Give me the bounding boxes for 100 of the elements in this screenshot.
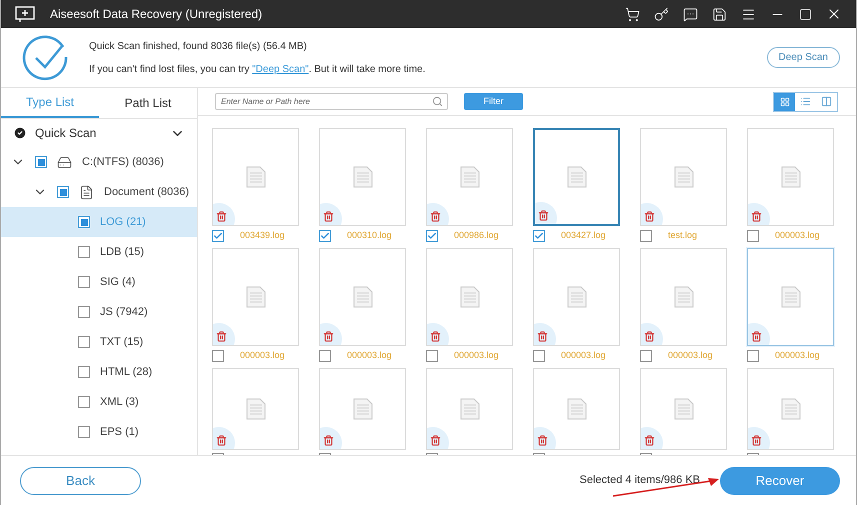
file-name: 000003.log	[240, 349, 285, 362]
checkbox[interactable]	[78, 366, 90, 378]
file-name: 000310.log	[347, 229, 392, 242]
document-icon	[566, 286, 586, 308]
document-icon	[674, 166, 694, 188]
trash-icon[interactable]	[644, 211, 655, 222]
checkbox[interactable]	[640, 230, 652, 242]
document-icon	[79, 184, 94, 200]
chat-icon[interactable]	[683, 6, 698, 22]
file-name: 000003.log	[775, 229, 820, 242]
trash-icon[interactable]	[644, 435, 655, 446]
file-name: 000986.log	[454, 229, 499, 242]
checkbox[interactable]	[78, 396, 90, 408]
back-button[interactable]: Back	[20, 466, 141, 494]
checkbox[interactable]	[78, 216, 90, 228]
scan-mode-dropdown[interactable]: Quick Scan	[1, 119, 197, 147]
trash-icon[interactable]	[430, 211, 441, 222]
file-name: 000003.log	[668, 349, 713, 362]
tree-item[interactable]: Document (8036)	[1, 177, 197, 207]
trash-icon[interactable]	[430, 435, 441, 446]
tree-item[interactable]: JS (7942)	[1, 297, 197, 327]
checkbox[interactable]	[78, 246, 90, 258]
checkbox[interactable]	[426, 350, 438, 362]
list-icon	[800, 96, 811, 107]
document-icon	[566, 398, 586, 420]
trash-icon[interactable]	[216, 211, 227, 222]
document-icon	[780, 166, 800, 188]
tree-item[interactable]: SIG (4)	[1, 267, 197, 297]
trash-icon[interactable]	[323, 211, 334, 222]
key-icon[interactable]	[654, 6, 669, 22]
checkbox[interactable]	[319, 350, 331, 362]
menu-icon[interactable]	[741, 6, 756, 22]
checkbox[interactable]	[533, 350, 545, 362]
tree-item[interactable]: TXT (15)	[1, 327, 197, 357]
document-icon	[352, 286, 372, 308]
checkbox[interactable]	[78, 426, 90, 438]
trash-icon[interactable]	[751, 435, 762, 446]
checkbox[interactable]	[212, 230, 224, 242]
deep-scan-hint: If you can't find lost files, you can try "Deep Scan". But it will take more time.	[89, 62, 426, 76]
save-icon[interactable]	[712, 6, 727, 22]
tree-item[interactable]: C:(NTFS) (8036)	[1, 147, 197, 177]
monitor-plus-icon	[15, 6, 35, 22]
document-icon	[460, 398, 480, 420]
trash-icon[interactable]	[751, 211, 762, 222]
document-icon	[566, 166, 586, 188]
columns-icon	[821, 96, 832, 107]
trash-icon[interactable]	[323, 435, 334, 446]
document-icon	[780, 286, 800, 308]
checkbox[interactable]	[747, 350, 759, 362]
file-name: 000003.log	[561, 349, 606, 362]
selection-summary: Selected 4 items/986 KB	[580, 473, 700, 488]
checkbox[interactable]	[533, 230, 545, 242]
trash-icon[interactable]	[538, 210, 549, 221]
file-thumbnail[interactable]	[533, 128, 620, 226]
cart-icon[interactable]	[625, 6, 640, 22]
file-name: 000003.log	[454, 349, 499, 362]
checkbox[interactable]	[426, 230, 438, 242]
checkbox[interactable]	[35, 156, 47, 168]
tree-item[interactable]: EPS (1)	[1, 417, 197, 447]
trash-icon[interactable]	[537, 331, 548, 342]
document-icon	[352, 398, 372, 420]
trash-icon[interactable]	[216, 435, 227, 446]
document-icon	[674, 286, 694, 308]
search-icon[interactable]	[432, 96, 443, 107]
document-icon	[246, 286, 266, 308]
grid-view-button[interactable]	[774, 92, 795, 110]
tree-item[interactable]: XML (3)	[1, 387, 197, 417]
trash-icon[interactable]	[323, 331, 334, 342]
document-icon	[460, 166, 480, 188]
tree-item[interactable]: LDB (15)	[1, 237, 197, 267]
checkbox[interactable]	[57, 186, 69, 198]
file-name: 003427.log	[561, 229, 606, 242]
file-name: 000003.log	[347, 349, 392, 362]
checkbox[interactable]	[78, 336, 90, 348]
trash-icon[interactable]	[751, 331, 762, 342]
checkbox[interactable]	[319, 230, 331, 242]
checkbox[interactable]	[747, 230, 759, 242]
search-field[interactable]: Enter Name or Path here	[215, 93, 448, 110]
grid-icon	[780, 96, 790, 106]
trash-icon[interactable]	[644, 331, 655, 342]
checkbox[interactable]	[640, 350, 652, 362]
document-icon	[246, 398, 266, 420]
drive-icon	[57, 154, 72, 170]
trash-icon[interactable]	[537, 435, 548, 446]
file-name: 000003.log	[775, 349, 820, 362]
checkbox[interactable]	[78, 306, 90, 318]
tree-item[interactable]: HTML (28)	[1, 357, 197, 387]
sidebar-tab[interactable]: Path List	[99, 88, 197, 118]
window-title: Aiseesoft Data Recovery (Unregistered)	[50, 6, 262, 23]
file-name: test.log	[668, 229, 698, 242]
document-icon	[352, 166, 372, 188]
maximize-icon[interactable]	[799, 8, 812, 20]
trash-icon[interactable]	[216, 331, 227, 342]
checkbox[interactable]	[78, 276, 90, 288]
deep-scan-button[interactable]: Deep Scan	[766, 47, 840, 68]
file-thumbnail[interactable]	[747, 248, 834, 346]
document-icon	[460, 286, 480, 308]
checkbox[interactable]	[212, 350, 224, 362]
scan-status: Quick Scan finished, found 8036 file(s) (56.4 MB)	[89, 40, 308, 54]
trash-icon[interactable]	[430, 331, 441, 342]
